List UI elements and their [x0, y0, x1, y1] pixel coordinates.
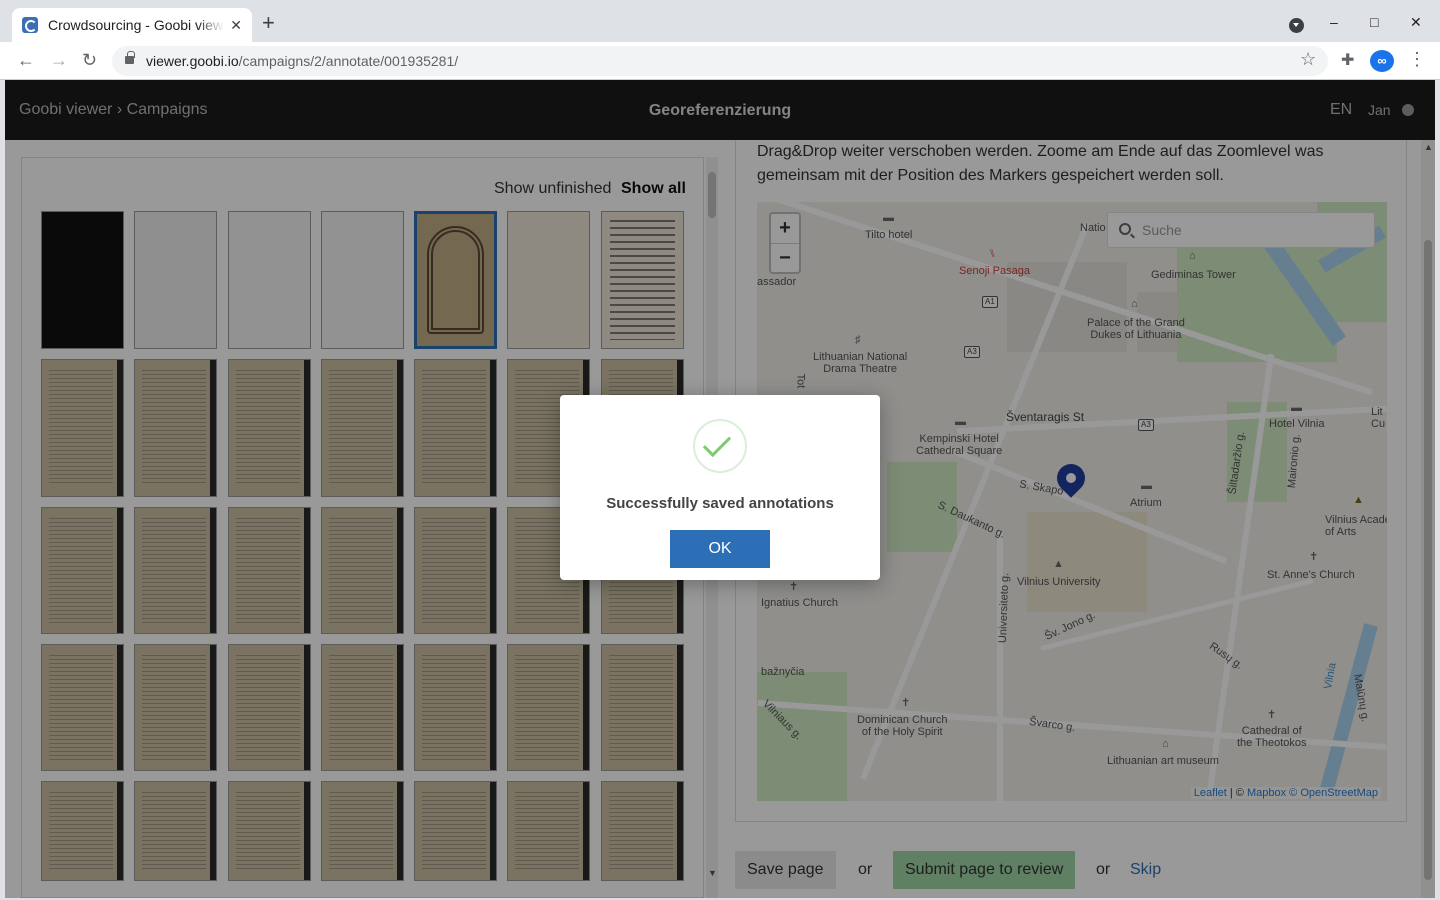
- close-window-icon[interactable]: ✕: [1410, 14, 1422, 31]
- new-tab-icon[interactable]: +: [262, 12, 275, 34]
- tab-search-icon[interactable]: [1289, 18, 1304, 33]
- lock-icon: [125, 51, 135, 64]
- browser-tab[interactable]: Crowdsourcing - Goobi viewer ✕: [12, 8, 252, 42]
- minimize-icon[interactable]: –: [1330, 14, 1338, 30]
- back-arrow-icon[interactable]: ←: [17, 50, 35, 70]
- success-check-icon: [693, 419, 747, 473]
- success-message: Successfully saved annotations: [606, 495, 834, 512]
- browser-toolbar: ← → ↻ viewer.goobi.io/campaigns/2/annota…: [0, 42, 1440, 80]
- extensions-puzzle-icon[interactable]: ✚: [1341, 50, 1354, 70]
- close-tab-icon[interactable]: ✕: [230, 17, 242, 34]
- reload-icon[interactable]: ↻: [82, 50, 97, 70]
- url-text[interactable]: viewer.goobi.io/campaigns/2/annotate/001…: [146, 53, 458, 69]
- forward-arrow-icon[interactable]: →: [50, 50, 68, 70]
- browser-tabstrip: Crowdsourcing - Goobi viewer ✕ + – □ ✕: [0, 0, 1440, 42]
- browser-menu-icon[interactable]: ⋮: [1408, 49, 1426, 70]
- success-dialog: Successfully saved annotations OK: [560, 395, 880, 580]
- address-bar[interactable]: viewer.goobi.io/campaigns/2/annotate/001…: [112, 46, 1328, 76]
- bookmark-star-icon[interactable]: ☆: [1300, 49, 1316, 70]
- goobi-favicon-icon: [22, 17, 38, 33]
- profile-avatar-icon[interactable]: ∞: [1370, 50, 1394, 72]
- ok-button[interactable]: OK: [670, 530, 770, 568]
- maximize-icon[interactable]: □: [1370, 14, 1378, 30]
- tab-title: Crowdsourcing - Goobi viewer: [48, 17, 224, 33]
